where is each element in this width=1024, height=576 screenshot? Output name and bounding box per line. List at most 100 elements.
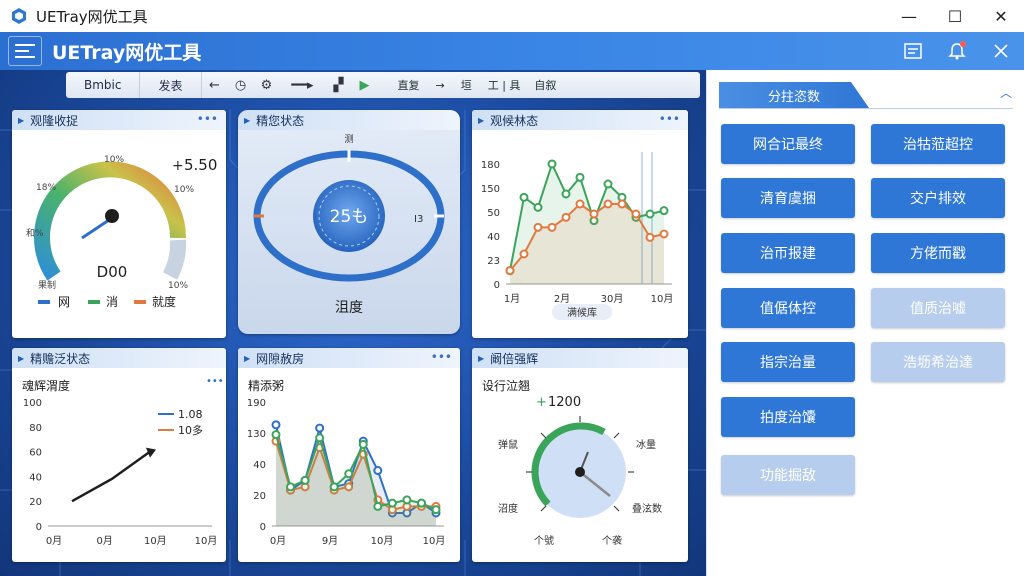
x-tick-label: 10月 <box>195 535 218 547</box>
notification-button[interactable] <box>942 36 972 66</box>
data-point <box>416 498 426 508</box>
dial-plus-icon: + <box>536 395 547 410</box>
data-point <box>271 420 281 430</box>
gauge-tick: 和% <box>26 228 44 239</box>
toolbar-item-3[interactable]: 垣 <box>461 77 472 93</box>
data-point <box>315 433 325 443</box>
tab-bmbic[interactable]: Bmbic <box>66 72 141 98</box>
panel-ring-status: ▶ 精您状态 测 25も I3 沮度 <box>238 110 460 334</box>
legend-label: 消 <box>106 295 118 309</box>
play-icon: ▶ <box>359 77 370 93</box>
triangle-icon: ▶ <box>244 115 251 125</box>
dial-label: 叠泫数 <box>632 502 662 515</box>
gauge-arc-rest <box>162 239 187 280</box>
panel-title: 精您状态 <box>256 113 305 128</box>
menu-button[interactable] <box>8 36 42 66</box>
tasks-button[interactable] <box>898 36 928 66</box>
toolbar-item-4[interactable]: 工 | 具 <box>488 77 521 93</box>
panel-header: ▶ 观候林态 ••• <box>472 110 688 130</box>
legend-label: 10多 <box>178 423 203 437</box>
y-tick-label: 100 <box>23 398 42 409</box>
play-button[interactable]: ▶ <box>352 72 378 98</box>
y-tick-label: 130 <box>247 429 266 440</box>
gauge-arc <box>34 161 187 281</box>
y-tick-label: 80 <box>29 423 42 434</box>
panel-header: ▶ 精赡泛状态 <box>12 348 226 368</box>
back-button[interactable]: ← <box>202 72 228 98</box>
maximize-button[interactable]: ☐ <box>932 0 978 32</box>
panel-trend-chart: ▶ 观候林态 ••• 180 150 50 40 23 0 1月 2月 30月 10月 满候库 <box>472 110 688 338</box>
gauge-tick: 果制 <box>38 279 56 291</box>
window-title: UETray网优工具 <box>36 7 148 26</box>
dial-value: 1200 <box>548 395 581 410</box>
toolbar-item-5[interactable]: 自叙 <box>534 77 556 93</box>
close-button[interactable]: ✕ <box>978 0 1024 32</box>
x-tick-label: 10月 <box>371 535 394 547</box>
x-axis-label: 满候库 <box>567 306 597 319</box>
func-button-4[interactable]: 交户排效 <box>871 178 1005 218</box>
func-button-9[interactable]: 指宗治量 <box>721 342 855 382</box>
x-tick-label: 10月 <box>651 293 674 305</box>
x-tick-label: 0月 <box>46 535 62 547</box>
dial-label: 沼度 <box>498 502 518 515</box>
panel-title: 阚倍强辉 <box>490 351 539 366</box>
collapse-icon <box>994 44 1008 58</box>
data-point <box>589 209 599 219</box>
func-button-11[interactable]: 拍度治馕 <box>721 397 855 437</box>
x-tick-label: 0月 <box>270 535 286 547</box>
gauge-center-label: D00 <box>97 263 128 281</box>
panel-multi-chart: ▶ 网隙赦房 ••• 精添粥 190 130 40 20 0 0月 9月 10月 10月 <box>238 348 460 562</box>
toolbar-item-1[interactable]: 直复 <box>398 77 420 93</box>
func-button-12-disabled[interactable]: 功能掘敌 <box>721 455 855 495</box>
data-point <box>645 209 655 219</box>
panel-header: ▶ 精您状态 <box>238 110 460 130</box>
function-side-panel: 分拄恣数 ︿ 网合记最终 治牯蒞超控 清育虞捆 交户排效 治帀报建 方佬而戳 值… <box>706 70 1024 576</box>
more-icon[interactable]: ••• <box>431 350 452 364</box>
line-tool-button[interactable]: ━━▸ <box>280 72 326 98</box>
ring-top-label: 测 <box>344 134 353 145</box>
func-button-1[interactable]: 网合记最终 <box>721 124 855 164</box>
dial-gauge: 设行泣翘 + 1200 弹鼠 冰量 沼度 叠泫数 个號 个袭 <box>482 378 662 547</box>
grid-icon: ▞ <box>333 77 344 93</box>
data-point <box>575 199 585 209</box>
settings-button[interactable]: ⚙ <box>254 72 280 98</box>
data-point <box>533 222 543 232</box>
collapse-button[interactable] <box>986 36 1016 66</box>
data-point <box>402 495 412 505</box>
x-tick-label: 10月 <box>423 535 446 547</box>
func-button-3[interactable]: 清育虞捆 <box>721 178 855 218</box>
func-button-8-disabled[interactable]: 值质治嘘 <box>871 288 1005 328</box>
ring-right-label: I3 <box>414 214 423 225</box>
y-tick-label: 0 <box>36 522 42 533</box>
func-button-7[interactable]: 值倨体控 <box>721 288 855 328</box>
func-button-10-disabled[interactable]: 浩坜希治達 <box>871 342 1005 382</box>
ring-chart: 测 25も I3 沮度 <box>253 134 445 316</box>
more-icon[interactable]: ••• <box>197 112 218 126</box>
data-point <box>271 430 281 440</box>
more-icon[interactable]: ••• <box>206 376 224 387</box>
legend-swatch-blue <box>38 300 50 304</box>
data-point <box>603 179 613 189</box>
more-icon[interactable]: ••• <box>659 112 680 126</box>
func-button-6[interactable]: 方佬而戳 <box>871 233 1005 273</box>
gauge-plus-icon: + <box>172 158 184 174</box>
y-tick-label: 40 <box>29 472 42 483</box>
func-button-2[interactable]: 治牯蒞超控 <box>871 124 1005 164</box>
data-point <box>315 423 325 433</box>
grid-button[interactable]: ▞ <box>326 72 352 98</box>
x-tick-label: 30月 <box>601 293 624 305</box>
clock-icon: ◷ <box>234 77 247 93</box>
tab-publish[interactable]: 发表 <box>140 72 202 98</box>
func-button-5[interactable]: 治帀报建 <box>721 233 855 273</box>
chevron-up-icon[interactable]: ︿ <box>1000 84 1012 101</box>
chart-subtitle: 魂辉渭度 <box>22 378 70 393</box>
legend-label: 1.08 <box>178 408 203 421</box>
data-point <box>358 439 368 449</box>
minimize-button[interactable]: — <box>886 0 932 32</box>
clock-button[interactable]: ◷ <box>228 72 254 98</box>
triangle-icon: ▶ <box>478 115 485 125</box>
data-point <box>631 209 641 219</box>
data-point <box>431 505 441 515</box>
data-point <box>547 159 557 169</box>
toolbar-item-2[interactable]: → <box>436 79 445 92</box>
